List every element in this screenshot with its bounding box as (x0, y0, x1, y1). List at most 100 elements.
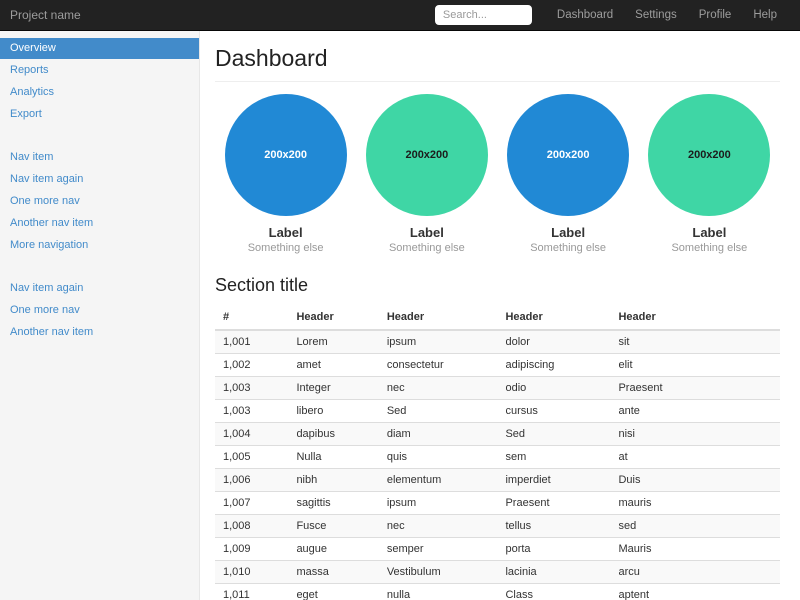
table-cell: mauris (610, 492, 780, 515)
table-cell: Class (497, 584, 610, 600)
table-cell: adipiscing (497, 354, 610, 377)
sidebar-item-one-more-nav[interactable]: One more nav (0, 300, 199, 321)
brand-title[interactable]: Project name (0, 8, 81, 22)
table-cell: semper (379, 538, 498, 561)
table-cell: sem (497, 446, 610, 469)
table-cell: Integer (288, 377, 378, 400)
table-cell: nec (379, 377, 498, 400)
sidebar-item-another-nav-item[interactable]: Another nav item (0, 213, 199, 234)
placeholder-column: 200x200LabelSomething else (498, 94, 639, 254)
table-cell: Lorem (288, 330, 378, 354)
table-cell: eget (288, 584, 378, 600)
placeholder-sublabel: Something else (639, 242, 780, 254)
sidebar-item-another-nav-item[interactable]: Another nav item (0, 322, 199, 343)
table-row: 1,010massaVestibulumlaciniaarcu (215, 561, 780, 584)
table-cell: massa (288, 561, 378, 584)
placeholder-sublabel: Something else (215, 242, 356, 254)
navbar-right-group: DashboardSettingsProfileHelp (435, 1, 800, 29)
sidebar-item-nav-item[interactable]: Nav item (0, 147, 199, 168)
placeholder-column: 200x200 Label Something else (639, 94, 780, 254)
table-cell: augue (288, 538, 378, 561)
placeholder-column: 200x200LabelSomething else (215, 94, 356, 254)
table-cell: nibh (288, 469, 378, 492)
table-cell: 1,003 (215, 400, 288, 423)
data-table: #HeaderHeaderHeaderHeader 1,001Loremipsu… (215, 305, 780, 600)
table-row: 1,007sagittisipsumPraesentmauris (215, 492, 780, 515)
table-cell: Vestibulum (379, 561, 498, 584)
sidebar: OverviewReportsAnalyticsExportNav itemNa… (0, 31, 200, 600)
table-cell: elit (610, 354, 780, 377)
table-column-header: Header (379, 305, 498, 330)
table-cell: Praesent (497, 492, 610, 515)
table-cell: Duis (610, 469, 780, 492)
table-cell: ante (610, 400, 780, 423)
table-cell: nulla (379, 584, 498, 600)
table-cell: 1,011 (215, 584, 288, 600)
table-column-header: Header (288, 305, 378, 330)
sidebar-item-analytics[interactable]: Analytics (0, 82, 199, 103)
table-row: 1,001Loremipsumdolorsit (215, 330, 780, 354)
table-cell: aptent (610, 584, 780, 600)
table-cell: ipsum (379, 330, 498, 354)
sidebar-item-nav-item-again[interactable]: Nav item again (0, 278, 199, 299)
table-cell: 1,004 (215, 423, 288, 446)
table-cell: sed (610, 515, 780, 538)
table-cell: 1,009 (215, 538, 288, 561)
table-cell: elementum (379, 469, 498, 492)
table-cell: 1,008 (215, 515, 288, 538)
table-column-header: # (215, 305, 288, 330)
sidebar-nav-group: Nav item againOne more navAnother nav it… (0, 278, 199, 343)
placeholder-label: Label (498, 225, 639, 240)
table-cell: quis (379, 446, 498, 469)
placeholder-column: 200x200LabelSomething else (356, 94, 497, 254)
table-row: 1,004dapibusdiamSednisi (215, 423, 780, 446)
sidebar-item-reports[interactable]: Reports (0, 60, 199, 81)
table-row: 1,005Nullaquissemat (215, 446, 780, 469)
table-cell: arcu (610, 561, 780, 584)
sidebar-item-more-navigation[interactable]: More navigation (0, 235, 199, 256)
table-cell: amet (288, 354, 378, 377)
placeholder-circle-image: 200x200 (225, 94, 347, 216)
navbar-link-dashboard[interactable]: Dashboard (546, 1, 624, 29)
placeholder-label: Label (639, 225, 780, 240)
navbar-link-settings[interactable]: Settings (624, 1, 688, 29)
placeholder-label: Label (356, 225, 497, 240)
navbar-link-profile[interactable]: Profile (688, 1, 743, 29)
table-cell: imperdiet (497, 469, 610, 492)
table-cell: Fusce (288, 515, 378, 538)
table-cell: 1,007 (215, 492, 288, 515)
sidebar-item-export[interactable]: Export (0, 104, 199, 125)
table-cell: nisi (610, 423, 780, 446)
table-cell: Mauris (610, 538, 780, 561)
table-cell: diam (379, 423, 498, 446)
table-cell: porta (497, 538, 610, 561)
table-cell: 1,005 (215, 446, 288, 469)
top-navbar: Project name DashboardSettingsProfileHel… (0, 0, 800, 31)
table-cell: nec (379, 515, 498, 538)
table-cell: 1,006 (215, 469, 288, 492)
table-cell: consectetur (379, 354, 498, 377)
table-cell: lacinia (497, 561, 610, 584)
table-row: 1,011egetnullaClassaptent (215, 584, 780, 600)
navbar-link-help[interactable]: Help (742, 1, 788, 29)
table-column-header: Header (610, 305, 780, 330)
sidebar-item-overview[interactable]: Overview (0, 38, 199, 59)
table-cell: Sed (497, 423, 610, 446)
placeholder-circle-image: 200x200 (648, 94, 770, 216)
sidebar-item-one-more-nav[interactable]: One more nav (0, 191, 199, 212)
table-row: 1,003liberoSedcursusante (215, 400, 780, 423)
search-input[interactable] (435, 5, 532, 25)
section-title: Section title (215, 275, 780, 296)
table-row: 1,002ametconsecteturadipiscingelit (215, 354, 780, 377)
table-cell: cursus (497, 400, 610, 423)
sidebar-nav-group: OverviewReportsAnalyticsExport (0, 38, 199, 125)
sidebar-item-nav-item-again[interactable]: Nav item again (0, 169, 199, 190)
table-cell: Sed (379, 400, 498, 423)
placeholder-row: 200x200LabelSomething else200x200LabelSo… (215, 94, 780, 254)
table-cell: 1,010 (215, 561, 288, 584)
placeholder-circle-image: 200x200 (366, 94, 488, 216)
table-cell: 1,002 (215, 354, 288, 377)
table-row: 1,009auguesemperportaMauris (215, 538, 780, 561)
table-cell: sit (610, 330, 780, 354)
table-cell: tellus (497, 515, 610, 538)
